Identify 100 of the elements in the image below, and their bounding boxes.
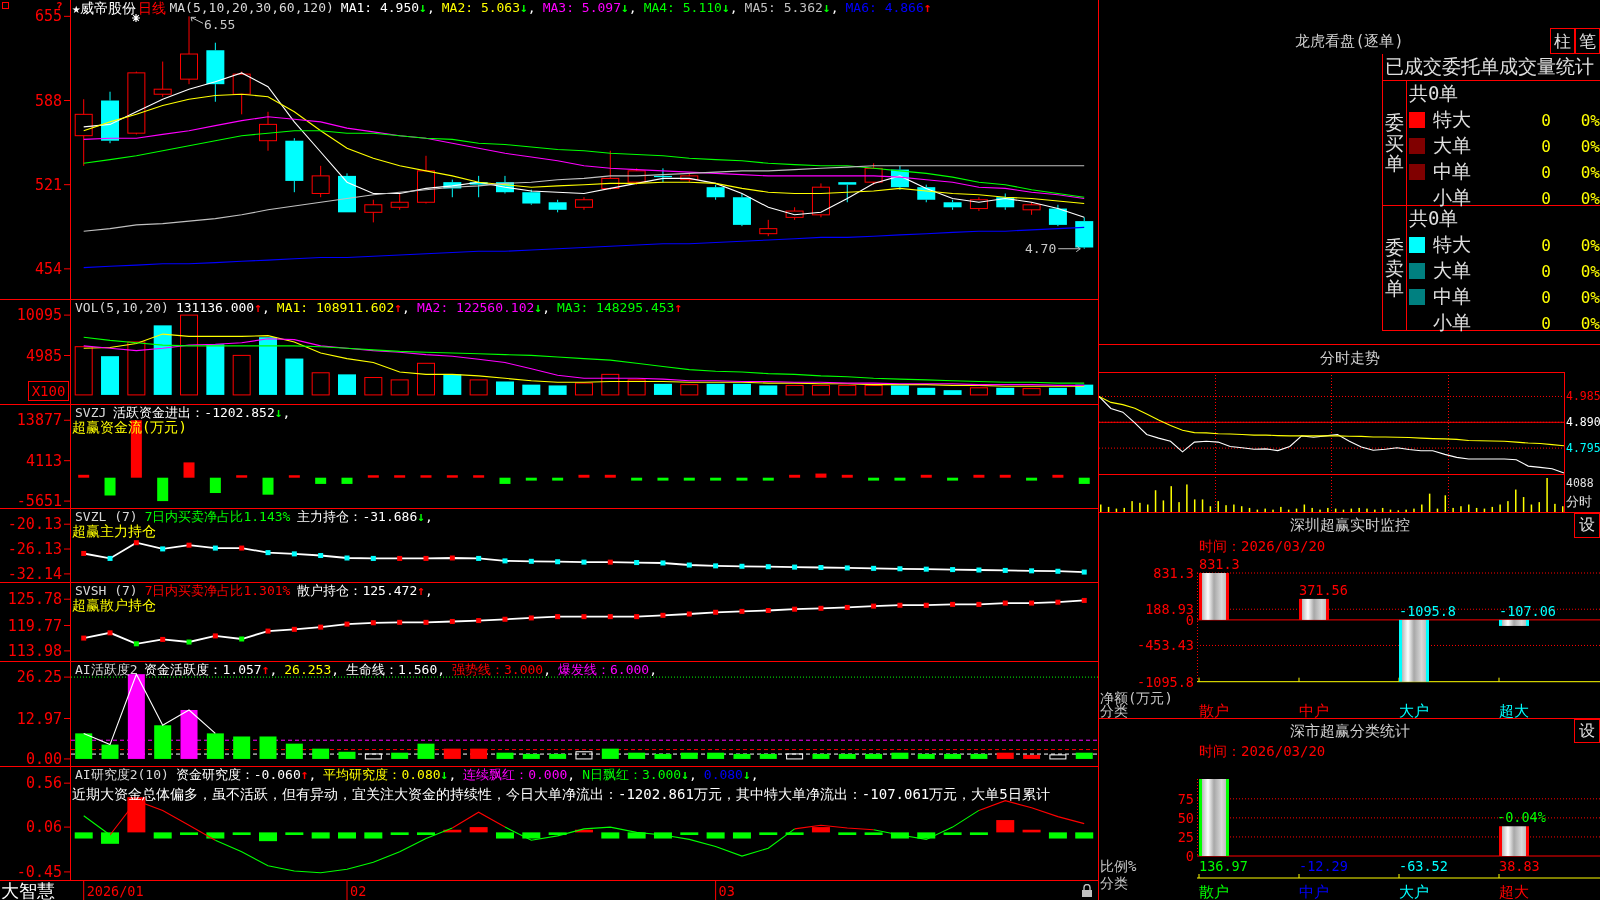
point-marker xyxy=(660,612,666,618)
activity-bar xyxy=(470,748,488,759)
view-toggle-button[interactable]: 柱 xyxy=(1550,28,1575,54)
chart-date: 时间：2026/03/20 xyxy=(1199,743,1326,761)
axis-label: 25 xyxy=(1177,828,1194,845)
point-marker xyxy=(634,560,640,566)
separator-comma: , xyxy=(262,301,270,315)
category-bar xyxy=(1299,598,1329,620)
fund-flow-bar xyxy=(78,474,90,478)
research-bar xyxy=(285,832,304,835)
research-bar xyxy=(153,832,172,839)
order-percent: 0% xyxy=(1580,110,1600,130)
order-total: 共0单 xyxy=(1409,81,1459,106)
point-marker xyxy=(818,565,824,570)
indicator-value: MA2: 5.063 xyxy=(441,1,521,15)
activity-bar xyxy=(1075,752,1093,759)
stock-name: ★威帝股份 xyxy=(72,1,137,15)
volume-bar xyxy=(996,387,1015,395)
brand-name: 大智慧 xyxy=(1,881,55,900)
fund-flow-bar xyxy=(736,477,748,481)
data-label: -107.06 xyxy=(1499,602,1556,619)
point-marker xyxy=(950,567,956,573)
fund-flow-bar xyxy=(657,477,669,481)
candle xyxy=(74,98,93,167)
panel-title: 深市超赢分类统计 xyxy=(1289,721,1410,741)
fund-flow-bar xyxy=(183,462,195,478)
indicator-value: 资金研究度：-0.060 xyxy=(175,768,301,782)
volume-bar xyxy=(259,337,277,395)
point-marker xyxy=(976,601,982,607)
point-marker xyxy=(634,614,640,620)
indicator-value: MA1: 4.950 xyxy=(340,1,420,15)
separator-comma: , xyxy=(269,663,278,677)
category-label: 散户 xyxy=(1199,702,1229,718)
price-annotation: 6.55 xyxy=(190,16,236,33)
candle xyxy=(1075,216,1094,250)
research-bar xyxy=(838,832,857,835)
order-count: 0 xyxy=(1541,313,1551,333)
indicator-value: MA4: 5.110 xyxy=(643,1,722,15)
volume-bar xyxy=(285,358,304,395)
indicator-name: MA(5,10,20,30,60,120) xyxy=(169,1,334,15)
axis-label: -1095.8 xyxy=(1137,673,1194,690)
settings-button[interactable]: 设 xyxy=(1574,513,1600,538)
indicator-name: AI研究度2(10) xyxy=(75,768,169,782)
point-marker xyxy=(950,601,956,607)
order-percent: 0% xyxy=(1580,261,1600,281)
axis-label: -26.13 xyxy=(7,540,62,559)
point-marker xyxy=(81,550,87,556)
axis-label: -32.14 xyxy=(7,564,62,582)
table-title: 已成交委托单成交量统计 xyxy=(1385,54,1594,79)
research-bar xyxy=(785,832,804,835)
research-bar xyxy=(811,827,830,833)
candle xyxy=(180,15,198,85)
volume-bar xyxy=(74,346,93,396)
volume-bar xyxy=(1075,384,1094,395)
point-marker xyxy=(107,630,113,636)
axis-label: 113.98 xyxy=(7,641,62,660)
point-marker xyxy=(713,563,719,569)
settings-button[interactable]: 设 xyxy=(1574,719,1600,743)
research-bar xyxy=(996,820,1015,833)
volume-bar xyxy=(811,384,830,396)
square-icon[interactable] xyxy=(2,2,9,9)
order-percent: 0% xyxy=(1580,287,1600,307)
volume-bar xyxy=(1048,387,1067,395)
activity-bar xyxy=(549,753,567,759)
point-marker xyxy=(686,562,692,568)
axis-title: 分类 xyxy=(1100,875,1128,891)
separator-comma: , xyxy=(649,663,657,677)
fund-flow-bar xyxy=(262,477,274,495)
panel-title: 深圳超赢实时监控 xyxy=(1289,516,1410,535)
order-percent: 0% xyxy=(1580,162,1600,182)
candle xyxy=(864,162,883,186)
point-marker xyxy=(1055,568,1061,574)
point-marker xyxy=(370,620,376,626)
view-toggle-button[interactable]: 笔 xyxy=(1575,28,1600,54)
point-marker xyxy=(1081,597,1087,603)
fund-flow-bar xyxy=(288,475,300,478)
indicator-value: 散户持仓：125.472 xyxy=(297,584,418,598)
candle xyxy=(917,184,936,203)
candle xyxy=(417,155,435,204)
indicator-value: 主力持仓：-31.686 xyxy=(297,510,418,524)
separator-comma: , xyxy=(282,406,291,420)
trend-arrow: ↑ xyxy=(417,584,426,598)
point-marker xyxy=(607,614,613,620)
point-marker xyxy=(871,603,877,609)
candle xyxy=(153,61,172,98)
candle xyxy=(548,199,567,213)
activity-bar xyxy=(865,753,883,759)
axis-label: 4.795 xyxy=(1566,441,1600,456)
indicator-name: VOL(5,10,20) xyxy=(75,301,169,315)
volume-bar xyxy=(890,385,909,395)
trend-arrow: ↑ xyxy=(300,768,309,782)
lock-icon[interactable] xyxy=(1082,884,1092,897)
indicator-value: MA1: 108911.602 xyxy=(276,301,395,315)
category-bar xyxy=(1399,619,1429,682)
candle xyxy=(996,192,1015,211)
volume-bar xyxy=(627,379,646,396)
research-bar xyxy=(759,832,778,835)
research-bar xyxy=(680,832,699,835)
trend-arrow: ↑ xyxy=(674,301,683,315)
chart-annotation: -0.04% xyxy=(1497,809,1546,826)
